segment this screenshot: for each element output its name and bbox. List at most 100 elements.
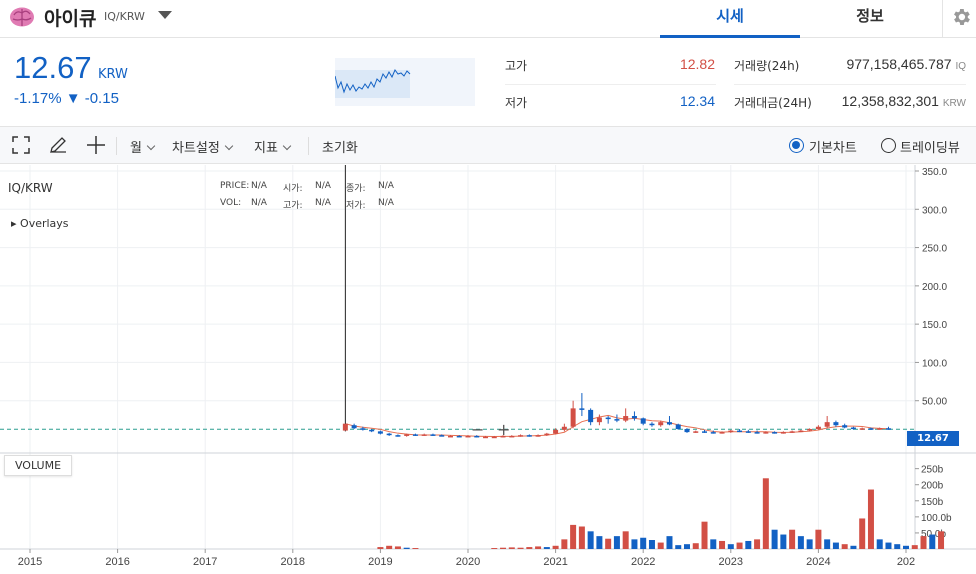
volume-bar (903, 545, 909, 549)
coin-header: 아이큐 IQ/KRW 시세 정보 (0, 0, 976, 38)
candle-body (885, 428, 891, 430)
volume-panel-button[interactable]: VOLUME (4, 455, 72, 476)
overlays-toggle[interactable]: ▸ Overlays (11, 217, 69, 230)
basic-chart-label[interactable]: 기본차트 (809, 137, 857, 156)
volume-bar (841, 544, 848, 549)
volume-bar (403, 547, 410, 549)
candle-body (842, 425, 848, 428)
change-absolute: ▼ -0.15 (65, 90, 119, 107)
volume-label: 거래량(24h) (734, 59, 800, 73)
tab-info[interactable]: 정보 (800, 0, 940, 38)
volume-bar (859, 518, 866, 549)
volume-bar (850, 545, 857, 549)
vol-tick-label: 250b (921, 465, 944, 476)
x-tick-label: 2022 (631, 556, 655, 568)
volume-bar (710, 539, 717, 549)
volume-bar (780, 534, 787, 549)
y-tick-label: 200.0 (922, 282, 947, 293)
y-tick-label: 350.0 (922, 167, 947, 178)
chart-canvas[interactable]: 350.0 300.0 250.0 200.0 150.0 100.0 50.00 250b 2… (0, 163, 976, 574)
y-tick-label: 100.0 (922, 358, 947, 369)
trade-amount: 12,358,832,301 (841, 93, 939, 109)
volume-bar (920, 536, 927, 549)
reset-button[interactable]: 초기화 (322, 137, 358, 156)
volume-bar (911, 545, 918, 549)
volume-bar (832, 542, 839, 549)
volume-value: 977,158,465.787 IQ (820, 56, 966, 72)
current-price: 12.67 (14, 50, 92, 85)
volume-bar (535, 546, 542, 549)
x-tick-label: 2019 (368, 556, 392, 568)
volume-bar (675, 545, 682, 549)
gear-icon[interactable] (950, 6, 972, 28)
pencil-icon[interactable] (48, 135, 68, 155)
tab-quote[interactable]: 시세 (660, 0, 800, 38)
candle-body (456, 435, 462, 438)
volume-bar (806, 539, 813, 549)
candle-body (544, 433, 550, 436)
volume-unit: IQ (955, 61, 966, 72)
volume-bar (692, 543, 699, 549)
volume-bar (727, 544, 734, 549)
brain-logo-icon (10, 7, 34, 27)
candle-body (342, 423, 348, 431)
volume-bar (797, 536, 804, 549)
volume-bar (631, 539, 638, 549)
candle-body (789, 431, 795, 433)
volume-bar (771, 529, 778, 549)
volume-bar (745, 540, 752, 549)
candle-body (745, 431, 751, 433)
volume-bar (526, 547, 533, 549)
basic-chart-radio[interactable] (789, 138, 804, 153)
candle-body (377, 431, 383, 434)
exchange-page: 아이큐 IQ/KRW 시세 정보 12.67 KRW -1.17% ▼ -0.1… (0, 0, 976, 574)
volume-bar (824, 539, 831, 549)
chevron-down-icon (224, 141, 234, 151)
x-tick-label: 202 (897, 556, 915, 568)
chart-settings-menu[interactable]: 차트설정 (172, 137, 234, 156)
volume-bar (684, 544, 690, 549)
trading-view-radio[interactable] (881, 138, 896, 153)
volume-bar (640, 537, 647, 549)
stat-divider (505, 84, 716, 85)
period-label: 월 (130, 141, 142, 156)
price-chart[interactable]: 350.0 300.0 250.0 200.0 150.0 100.0 50.00 250b 2… (0, 163, 976, 574)
ohlc-value: N/A (315, 198, 331, 208)
fullscreen-icon[interactable] (11, 135, 31, 155)
crosshair-icon[interactable] (86, 135, 106, 155)
sparkline-chart (335, 58, 475, 106)
x-tick-label: 2021 (543, 556, 567, 568)
candle-body (719, 432, 725, 434)
zoom-in-button[interactable]: + (497, 420, 510, 439)
volume-bar (386, 545, 393, 549)
candle-body (614, 419, 620, 421)
x-tick-label: 2018 (281, 556, 305, 568)
zoom-out-button[interactable]: − (471, 420, 484, 439)
trading-view-label[interactable]: 트레이딩뷰 (900, 137, 960, 156)
candle-body (658, 422, 664, 426)
indicators-menu[interactable]: 지표 (254, 137, 292, 156)
candle-body (588, 409, 594, 423)
amount-value: 12,358,832,301 KRW (820, 93, 966, 109)
low-value: 12.34 (679, 93, 715, 109)
candle-body (868, 428, 874, 430)
price-unit: KRW (98, 67, 128, 82)
ohlc-value: N/A (251, 198, 267, 208)
candle-body (850, 427, 856, 430)
coin-dropdown-icon[interactable] (158, 11, 172, 19)
candle-body (553, 429, 559, 434)
candle-body (737, 430, 743, 433)
volume-bar (578, 526, 585, 549)
candle-body (579, 408, 585, 410)
volume-bar (929, 534, 936, 549)
chevron-down-icon (146, 141, 156, 151)
volume-bar (762, 478, 769, 549)
period-select[interactable]: 월 (130, 137, 156, 156)
volume-bar (570, 524, 577, 549)
volume-bar (605, 538, 612, 549)
coin-name: 아이큐 (44, 8, 97, 30)
candle-body (360, 428, 366, 430)
ohlc-key: 저가: (346, 201, 366, 211)
y-tick-label: 250.0 (922, 244, 947, 255)
y-tick-label: 150.0 (922, 320, 947, 331)
